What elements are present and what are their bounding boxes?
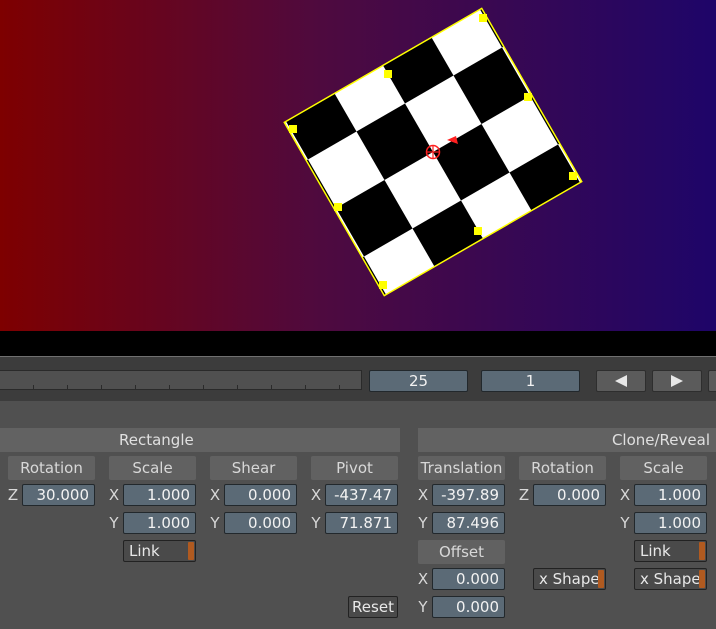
- handle-right-mid[interactable]: [524, 93, 532, 101]
- rectangle-pivot-x-axis: X: [310, 486, 322, 504]
- reset-button[interactable]: Reset: [348, 596, 398, 618]
- clone-link-label: Link: [640, 542, 671, 560]
- rectangle-rotation-z-field[interactable]: 30.000: [22, 484, 95, 506]
- rectangle-link-label: Link: [129, 542, 160, 560]
- clone-translation-label: Translation: [418, 456, 505, 480]
- clone-reveal-section-header: Clone/Reveal: [418, 428, 716, 452]
- timeline-ruler[interactable]: [0, 370, 362, 390]
- viewer-canvas[interactable]: [0, 0, 716, 331]
- rectangle-shear-y-field[interactable]: 0.000: [224, 512, 297, 534]
- clone-offset-y-axis: Y: [418, 598, 428, 616]
- clone-rotation-z-field[interactable]: 0.000: [533, 484, 606, 506]
- clone-scale-shape-toggle[interactable]: x Shape: [634, 568, 707, 590]
- rectangle-scale-label: Scale: [109, 456, 196, 480]
- clone-offset-y-field[interactable]: 0.000: [432, 596, 505, 618]
- handle-left-mid[interactable]: [334, 203, 342, 211]
- rectangle-title: Rectangle: [119, 431, 194, 449]
- link-indicator: [188, 542, 194, 560]
- scale-shape-indicator: [699, 570, 705, 588]
- clone-offset-x-field[interactable]: 0.000: [432, 568, 505, 590]
- rectangle-pivot-y-field[interactable]: 71.871: [325, 512, 398, 534]
- rectangle-pivot-y-axis: Y: [311, 514, 321, 532]
- clone-rotation-z-axis: Z: [518, 486, 530, 504]
- handle-left[interactable]: [289, 125, 297, 133]
- rectangle-scale-y-field[interactable]: 1.000: [123, 512, 196, 534]
- rectangle-shear-label: Shear: [210, 456, 297, 480]
- clone-scale-x-field[interactable]: 1.000: [634, 484, 707, 506]
- rectangle-section-header: Rectangle: [0, 428, 400, 452]
- current-frame-field[interactable]: 1: [481, 370, 580, 392]
- handle-top-right[interactable]: [479, 14, 487, 22]
- scale-shape-label: x Shape: [640, 570, 701, 588]
- handle-bottom-mid[interactable]: [474, 227, 482, 235]
- clone-translation-y-field[interactable]: 87.496: [432, 512, 505, 534]
- rectangle-scale-x-axis: X: [108, 486, 120, 504]
- rectangle-scale-y-axis: Y: [109, 514, 119, 532]
- rectangle-pivot-x-field[interactable]: -437.47: [325, 484, 398, 506]
- rectangle-rotation-z-axis: Z: [7, 486, 19, 504]
- rectangle-pivot-label: Pivot: [311, 456, 398, 480]
- rotation-shape-indicator: [598, 570, 604, 588]
- clone-scale-x-axis: X: [619, 486, 631, 504]
- next-frame-button[interactable]: [652, 370, 702, 392]
- rectangle-scale-link-toggle[interactable]: Link: [123, 540, 196, 562]
- clone-offset-x-axis: X: [417, 570, 429, 588]
- transport-more-button[interactable]: [708, 370, 716, 392]
- rectangle-shear-x-axis: X: [209, 486, 221, 504]
- viewer-bottom-bar: [0, 331, 716, 356]
- clone-translation-x-field[interactable]: -397.89: [432, 484, 505, 506]
- clone-rotation-label: Rotation: [519, 456, 606, 480]
- clone-scale-y-axis: Y: [620, 514, 630, 532]
- clone-link-indicator: [699, 542, 705, 560]
- clone-translation-y-axis: Y: [418, 514, 428, 532]
- clone-reveal-title: Clone/Reveal: [611, 431, 710, 449]
- clone-translation-x-axis: X: [417, 486, 429, 504]
- play-right-icon: [671, 375, 683, 387]
- play-left-icon: [615, 375, 627, 387]
- clone-offset-label: Offset: [418, 540, 505, 564]
- prev-frame-button[interactable]: [596, 370, 646, 392]
- rectangle-scale-x-field[interactable]: 1.000: [123, 484, 196, 506]
- rotation-shape-label: x Shape: [539, 570, 600, 588]
- clone-rotation-shape-toggle[interactable]: x Shape: [533, 568, 606, 590]
- rectangle-shear-y-axis: Y: [210, 514, 220, 532]
- clone-scale-link-toggle[interactable]: Link: [634, 540, 707, 562]
- handle-top-mid[interactable]: [384, 70, 392, 78]
- handle-bottom-right[interactable]: [569, 172, 577, 180]
- clone-scale-y-field[interactable]: 1.000: [634, 512, 707, 534]
- frame-field[interactable]: 25: [369, 370, 468, 392]
- handle-bottom-left[interactable]: [379, 281, 387, 289]
- image-viewer[interactable]: [0, 0, 716, 331]
- clone-scale-label: Scale: [620, 456, 707, 480]
- rectangle-shear-x-field[interactable]: 0.000: [224, 484, 297, 506]
- rectangle-rotation-label: Rotation: [8, 456, 95, 480]
